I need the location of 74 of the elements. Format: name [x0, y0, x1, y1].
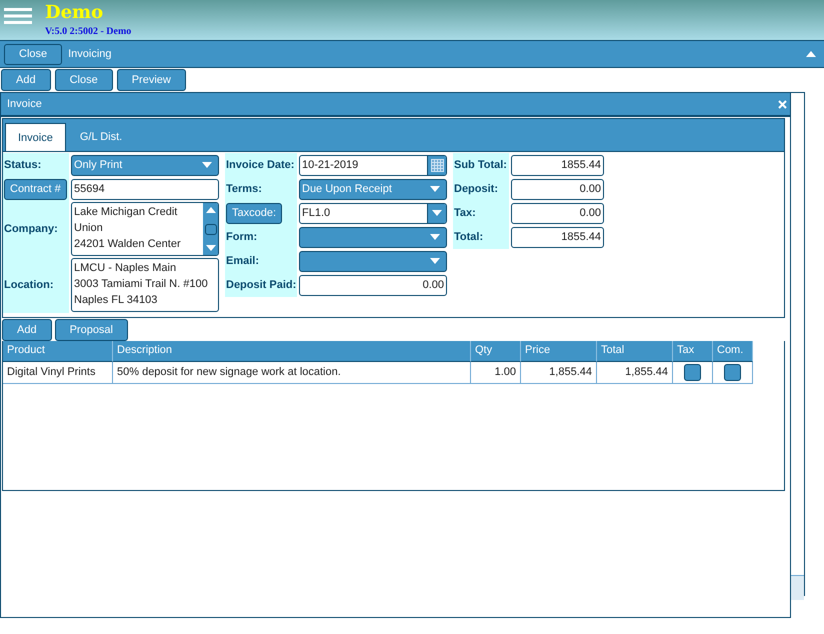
dropdown[interactable] [299, 250, 447, 272]
caret-icon [430, 258, 440, 264]
tab[interactable]: G/L Dist. [68, 123, 134, 151]
toolbar-button[interactable]: Add [1, 69, 51, 91]
table-cell: 1,855.44 [597, 362, 673, 384]
date-field[interactable]: 10-21-2019 [299, 154, 447, 176]
column-header[interactable]: Description [113, 341, 471, 362]
column-header[interactable]: Total [597, 341, 673, 362]
table-cell: Digital Vinyl Prints [3, 362, 113, 384]
checkbox[interactable] [724, 364, 741, 381]
field-label: Deposit: [454, 183, 498, 195]
address-line: Naples FL 34103 [74, 293, 158, 308]
text-field[interactable]: 55694 [71, 178, 219, 200]
dropdown-button[interactable] [427, 204, 446, 222]
module-title: Invoicing [68, 48, 112, 60]
field-label: Company: [4, 223, 58, 235]
toolbar-button[interactable]: Close [54, 69, 113, 91]
scrollbar[interactable] [203, 203, 218, 255]
number-field[interactable]: 1855.44 [511, 226, 604, 248]
dialog-title: Invoice [7, 98, 42, 110]
caret-icon [430, 186, 440, 192]
caret-icon [430, 234, 440, 240]
calendar-icon [430, 158, 444, 172]
address-line: LMCU - Naples Main [74, 261, 178, 276]
table-cell: 50% deposit for new signage work at location. [113, 362, 471, 384]
field-label: Total: [454, 231, 484, 243]
field-label: Tax: [454, 207, 476, 219]
field-label: Email: [226, 255, 260, 267]
address-line: Union [74, 221, 104, 236]
combo-field[interactable]: FL1.0 [299, 202, 447, 224]
close-icon[interactable] [778, 100, 787, 108]
calendar-button[interactable] [427, 156, 446, 174]
field-label: Terms: [226, 183, 262, 195]
table-cell: 1,855.44 [521, 362, 597, 384]
version-text: V:5.0 2:5002 - Demo [45, 27, 132, 37]
up-arrow-icon[interactable] [206, 207, 216, 213]
column-header[interactable]: Com. [713, 341, 753, 362]
app-title: Demo [45, 2, 104, 24]
address-field[interactable]: Lake Michigan Credit Union 24201 Walden Center [71, 202, 219, 256]
field-label: Deposit Paid: [226, 279, 296, 291]
column-header[interactable]: Tax [673, 341, 713, 362]
address-field[interactable]: LMCU - Naples Main 3003 Tamiami Trail N. #100 Naples FL 34103 [71, 258, 219, 312]
field-label: Sub Total: [454, 159, 507, 171]
toolbar-button[interactable]: Preview [116, 69, 186, 91]
dropdown[interactable]: Due Upon Receipt [299, 178, 447, 200]
checkbox[interactable] [684, 364, 701, 381]
close-button[interactable]: Close [4, 44, 62, 64]
field-label: Status: [4, 159, 42, 171]
dropdown[interactable] [299, 226, 447, 248]
field-label: Location: [4, 279, 54, 291]
line-button[interactable]: Add [2, 319, 52, 341]
number-field[interactable]: 0.00 [299, 274, 447, 296]
number-field[interactable]: 0.00 [511, 202, 604, 224]
scroll-thumb[interactable] [204, 224, 216, 234]
line-button[interactable]: Proposal [54, 319, 128, 341]
number-field[interactable]: 0.00 [511, 178, 604, 200]
caret-icon [432, 210, 442, 216]
address-line: 24201 Walden Center [74, 237, 182, 252]
down-arrow-icon[interactable] [206, 245, 216, 251]
field-button[interactable]: Contract # [4, 178, 67, 200]
field-button[interactable]: Taxcode: [226, 202, 282, 224]
tab[interactable]: Invoice [5, 123, 66, 151]
column-header[interactable]: Price [521, 341, 597, 362]
number-field[interactable]: 1855.44 [511, 154, 604, 176]
column-header[interactable]: Qty [471, 341, 521, 362]
caret-icon [202, 162, 212, 168]
table-cell: 1.00 [471, 362, 521, 384]
field-label: Invoice Date: [226, 159, 294, 171]
address-line: 3003 Tamiami Trail N. #100 [74, 277, 209, 292]
column-header[interactable]: Product [3, 341, 113, 362]
field-label: Form: [226, 231, 258, 243]
collapse-icon[interactable] [806, 51, 816, 57]
address-line: Lake Michigan Credit [74, 205, 178, 220]
dropdown[interactable]: Only Print [71, 154, 219, 176]
